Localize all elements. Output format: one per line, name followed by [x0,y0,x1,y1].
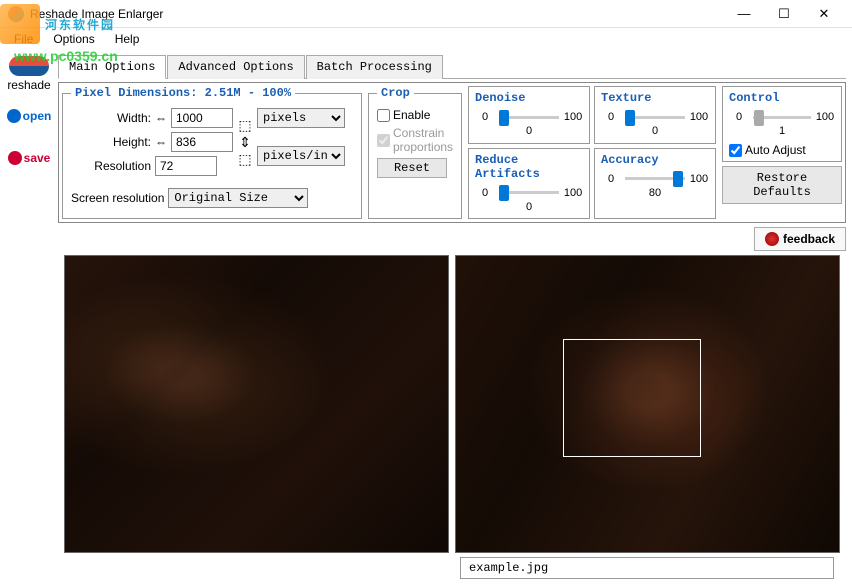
accuracy-title: Accuracy [601,153,709,167]
height-input[interactable] [171,132,233,152]
constrain-label: Constrain proportions [393,126,453,154]
auto-adjust-row[interactable]: Auto Adjust [729,143,835,157]
crop-reset-button[interactable]: Reset [377,158,447,178]
app-icon [8,6,24,22]
filename-display: example.jpg [460,557,834,579]
crop-legend: Crop [377,86,414,100]
window-title: Reshade Image Enlarger [30,7,724,21]
link-height-icon: ⇔ [155,135,167,149]
minimize-button[interactable]: — [724,2,764,26]
open-icon [7,109,21,123]
height-label: Height: [71,135,151,149]
crop-rectangle[interactable] [563,339,701,457]
control-min: 0 [729,111,749,123]
denoise-value: 0 [475,125,583,137]
denoise-max: 100 [563,111,583,123]
menu-file[interactable]: File [4,29,43,49]
tab-bar: Main Options Advanced Options Batch Proc… [58,54,846,79]
accuracy-max: 100 [689,173,709,185]
auto-adjust-checkbox[interactable] [729,144,742,157]
accuracy-min: 0 [601,173,621,185]
save-label: save [24,151,51,165]
aspect-lock-icon[interactable]: ⬚⇕⬚ [237,117,253,168]
reduce-min: 0 [475,187,495,199]
sidebar: reshade open save [0,50,58,587]
tab-main-options[interactable]: Main Options [58,55,166,79]
texture-min: 0 [601,111,621,123]
control-title: Control [729,91,835,105]
save-button[interactable]: save [4,140,54,176]
width-label: Width: [71,111,151,125]
texture-title: Texture [601,91,709,105]
crop-enable-row[interactable]: Enable [377,108,453,122]
pixel-dimensions-group: Pixel Dimensions: 2.51M - 100% Width: ⇔ … [62,86,362,219]
texture-group: Texture 0 100 0 [594,86,716,144]
sidebar-reshade-brand[interactable]: reshade [4,56,54,92]
denoise-min: 0 [475,111,495,123]
denoise-title: Denoise [475,91,583,105]
constrain-checkbox [377,134,390,147]
menu-help[interactable]: Help [105,29,150,49]
accuracy-value: 80 [601,187,709,199]
constrain-row: Constrain proportions [377,126,453,154]
texture-value: 0 [601,125,709,137]
reduce-slider[interactable] [499,191,559,194]
feedback-button[interactable]: feedback [754,227,846,251]
screen-resolution-select[interactable]: Original Size [168,188,308,208]
link-width-icon: ⇔ [155,111,167,125]
resolution-unit-select[interactable]: pixels/inch [257,146,345,166]
tab-advanced-options[interactable]: Advanced Options [167,55,304,79]
reduce-max: 100 [563,187,583,199]
titlebar: Reshade Image Enlarger — ☐ ✕ [0,0,852,28]
resolution-label: Resolution [71,159,151,173]
texture-slider[interactable] [625,116,685,119]
save-icon [8,151,22,165]
reshade-label: reshade [7,78,50,92]
restore-defaults-button[interactable]: Restore Defaults [722,166,842,204]
accuracy-group: Accuracy 0 100 80 [594,148,716,220]
reduce-title: Reduce Artifacts [475,153,583,181]
preview-original[interactable] [455,255,840,553]
feedback-label: feedback [783,232,835,246]
width-input[interactable] [171,108,233,128]
auto-adjust-label: Auto Adjust [745,143,806,157]
reshade-logo-icon [9,56,49,76]
control-slider [753,116,811,119]
denoise-group: Denoise 0 100 0 [468,86,590,144]
menubar: File Options Help [0,28,852,50]
open-label: open [23,109,52,123]
maximize-button[interactable]: ☐ [764,2,804,26]
preview-enlarged[interactable] [64,255,449,553]
crop-enable-label: Enable [393,108,430,122]
control-max: 100 [815,111,835,123]
denoise-slider[interactable] [499,116,559,119]
screen-resolution-label: Screen resolution [71,191,164,205]
close-button[interactable]: ✕ [804,2,844,26]
resolution-input[interactable] [155,156,217,176]
control-group: Control 0 100 1 Auto Adjust [722,86,842,162]
menu-options[interactable]: Options [43,29,104,49]
crop-enable-checkbox[interactable] [377,109,390,122]
reduce-artifacts-group: Reduce Artifacts 0 100 0 [468,148,590,220]
crop-group: Crop Enable Constrain proportions Reset [368,86,462,219]
control-value: 1 [729,125,835,137]
bug-icon [765,232,779,246]
open-button[interactable]: open [4,98,54,134]
dimension-unit-select[interactable]: pixels [257,108,345,128]
reduce-value: 0 [475,201,583,213]
texture-max: 100 [689,111,709,123]
tab-batch-processing[interactable]: Batch Processing [306,55,443,79]
pixel-dimensions-legend: Pixel Dimensions: 2.51M - 100% [71,86,295,100]
accuracy-slider[interactable] [625,177,685,180]
